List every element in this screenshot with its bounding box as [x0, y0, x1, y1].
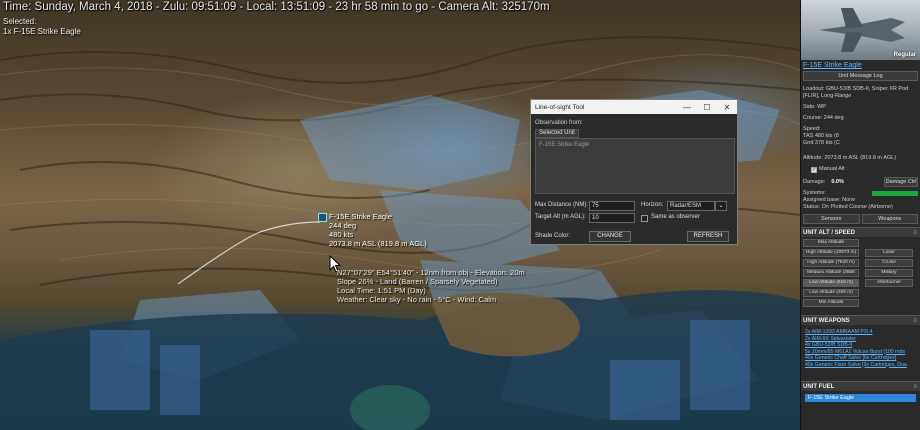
- max-altitude-button[interactable]: Max Altitude: [803, 239, 859, 247]
- collapse-icon[interactable]: ≡: [913, 316, 917, 326]
- unit-alt-speed-header[interactable]: UNIT ALT / SPEED ≡: [801, 227, 920, 237]
- map-unit-name: F-15E Strike Eagle: [329, 212, 392, 221]
- map-unit-altitude: 2073.8 m ASL (819.8 m AGL): [329, 239, 427, 248]
- hover-coords: N27°07'29" E54°51'40" - 12nm from obj - …: [337, 268, 525, 277]
- maximize-icon[interactable]: ☐: [697, 103, 717, 112]
- military-button[interactable]: Military: [865, 269, 913, 277]
- tas-text: TAS 480 kts (8: [803, 133, 839, 139]
- same-as-observer-checkbox[interactable]: [641, 215, 648, 222]
- chevron-down-icon[interactable]: ⌄: [715, 201, 727, 211]
- hover-local-time: Local Time: 1:51 PM (Day): [337, 286, 426, 295]
- shade-color-label: Shade Color:: [535, 233, 571, 239]
- course-text: Course: 244 deg: [803, 115, 844, 121]
- target-alt-label: Target Alt (m AGL):: [535, 214, 586, 220]
- manual-alt-label: Manual Alt: [819, 166, 845, 172]
- collapse-icon[interactable]: ≡: [913, 382, 917, 392]
- systems-status-bar: [872, 191, 918, 196]
- max-distance-input[interactable]: 75: [589, 201, 635, 211]
- unit-side-panel[interactable]: Regular F-15E Strike Eagle Unit Message …: [800, 0, 920, 430]
- alt-speed-controls: Max Altitude High Altitude (10973 m) Hig…: [801, 237, 920, 315]
- dialog-title: Line-of-sight Tool: [535, 103, 585, 111]
- hover-terrain: Slope 26% - Land (Barren / Sparsely Vege…: [337, 277, 498, 286]
- weapons-button[interactable]: Weapons: [861, 214, 918, 224]
- observation-from-label: Observation from:: [535, 120, 583, 126]
- afterburner-button[interactable]: Afterburner: [865, 279, 913, 287]
- gnd-speed-text: Gnd 378 kts (C: [803, 140, 840, 146]
- assigned-base-text: Assigned base: None: [803, 197, 856, 203]
- alt-speed-header-title: UNIT ALT / SPEED: [803, 230, 856, 236]
- minimize-icon[interactable]: —: [677, 103, 697, 112]
- high-altitude-1-button[interactable]: High Altitude (10973 m): [803, 249, 859, 257]
- weapon-item[interactable]: 40x Generic Flare Salvo [3x Cartridges, …: [805, 362, 920, 369]
- aircraft-photo: Regular: [801, 0, 920, 60]
- map-unit-speed: 480 kts: [329, 230, 354, 239]
- tactical-map[interactable]: Time: Sunday, March 4, 2018 - Zulu: 09:5…: [0, 0, 800, 430]
- fuel-bar[interactable]: F-15E Strike Eagle: [805, 394, 916, 402]
- damage-value: 0.0%: [831, 178, 844, 185]
- close-icon[interactable]: ✕: [717, 103, 737, 112]
- sensors-button[interactable]: Sensors: [803, 214, 860, 224]
- unit-message-log-button[interactable]: Unit Message Log: [803, 71, 918, 81]
- change-color-button[interactable]: CHANGE: [589, 231, 631, 242]
- observer-list[interactable]: F-15E Strike Eagle: [535, 138, 735, 194]
- dialog-titlebar[interactable]: Line-of-sight Tool — ☐ ✕: [531, 100, 737, 114]
- cruise-button[interactable]: Cruise: [865, 259, 913, 267]
- map-unit-label[interactable]: F-15E Strike Eagle 244 deg 480 kts 2073.…: [329, 212, 427, 248]
- same-as-observer-label: Same as observer: [651, 214, 700, 220]
- line-of-sight-dialog[interactable]: Line-of-sight Tool — ☐ ✕ Observation fro…: [530, 99, 738, 245]
- hud-status-line: Time: Sunday, March 4, 2018 - Zulu: 09:5…: [3, 1, 550, 13]
- tab-selected-unit[interactable]: Selected Unit: [535, 129, 579, 138]
- aircraft-unit-icon[interactable]: [318, 213, 327, 222]
- high-altitude-2-button[interactable]: High Altitude (7620 m): [803, 259, 859, 267]
- max-distance-label: Max Distance (NM):: [535, 202, 589, 208]
- altitude-text: Altitude: 2073.8 m ASL (819.8 m AGL): [803, 155, 897, 161]
- damage-control-button[interactable]: Damage Ctrl: [884, 177, 918, 187]
- manual-alt-checkbox[interactable]: ✓: [811, 166, 817, 173]
- medium-altitude-button[interactable]: Medium Altitude (3658: [803, 269, 859, 277]
- fuel-header-title: UNIT FUEL: [803, 384, 835, 390]
- unit-name-link[interactable]: F-15E Strike Eagle: [803, 62, 920, 69]
- horizon-label: Horizon:: [641, 202, 664, 208]
- damage-label: Damage:: [803, 178, 826, 185]
- unit-fuel-header[interactable]: UNIT FUEL ≡: [801, 381, 920, 391]
- hud-selected-unit[interactable]: 1x F-15E Strike Eagle: [3, 27, 81, 36]
- hover-weather: Weather: Clear sky - No rain - 5°C - Win…: [337, 295, 497, 304]
- side-text: Side: WP: [803, 104, 826, 110]
- weapons-list: 2x AIM-120D AMRAAM P3I.4 2x AIM-9X Sidew…: [801, 329, 920, 381]
- unit-weapons-header[interactable]: UNIT WEAPONS ≡: [801, 315, 920, 325]
- systems-label: Systems:: [803, 190, 826, 196]
- aircraft-silhouette-icon: [819, 8, 905, 52]
- cursor-hover-info: N27°07'29" E54°51'40" - 12nm from obj - …: [337, 268, 525, 304]
- hud-selected-label: Selected:: [3, 17, 37, 26]
- horizon-select[interactable]: Radar/ESM: [667, 201, 715, 211]
- unit-status-text: Status: On Plotted Course (Airborne): [803, 204, 893, 210]
- low-altitude-1-button[interactable]: Low Altitude (610 m): [803, 279, 859, 287]
- observer-list-item[interactable]: F-15E Strike Eagle: [539, 142, 734, 148]
- low-altitude-2-button[interactable]: Low Altitude (305 m): [803, 289, 859, 297]
- target-alt-input[interactable]: 10: [589, 213, 635, 223]
- loadout-text: Loadout: GBU-53/B SDB-II, Sniper XR Pod …: [803, 86, 909, 99]
- min-altitude-button[interactable]: Min Altitude: [803, 299, 859, 307]
- crew-rank: Regular: [893, 52, 916, 58]
- speed-label: Speed:: [803, 126, 821, 132]
- weapons-header-title: UNIT WEAPONS: [803, 318, 850, 324]
- refresh-button[interactable]: REFRESH: [687, 231, 729, 242]
- map-unit-heading: 244 deg: [329, 221, 357, 230]
- loiter-button[interactable]: Loiter: [865, 249, 913, 257]
